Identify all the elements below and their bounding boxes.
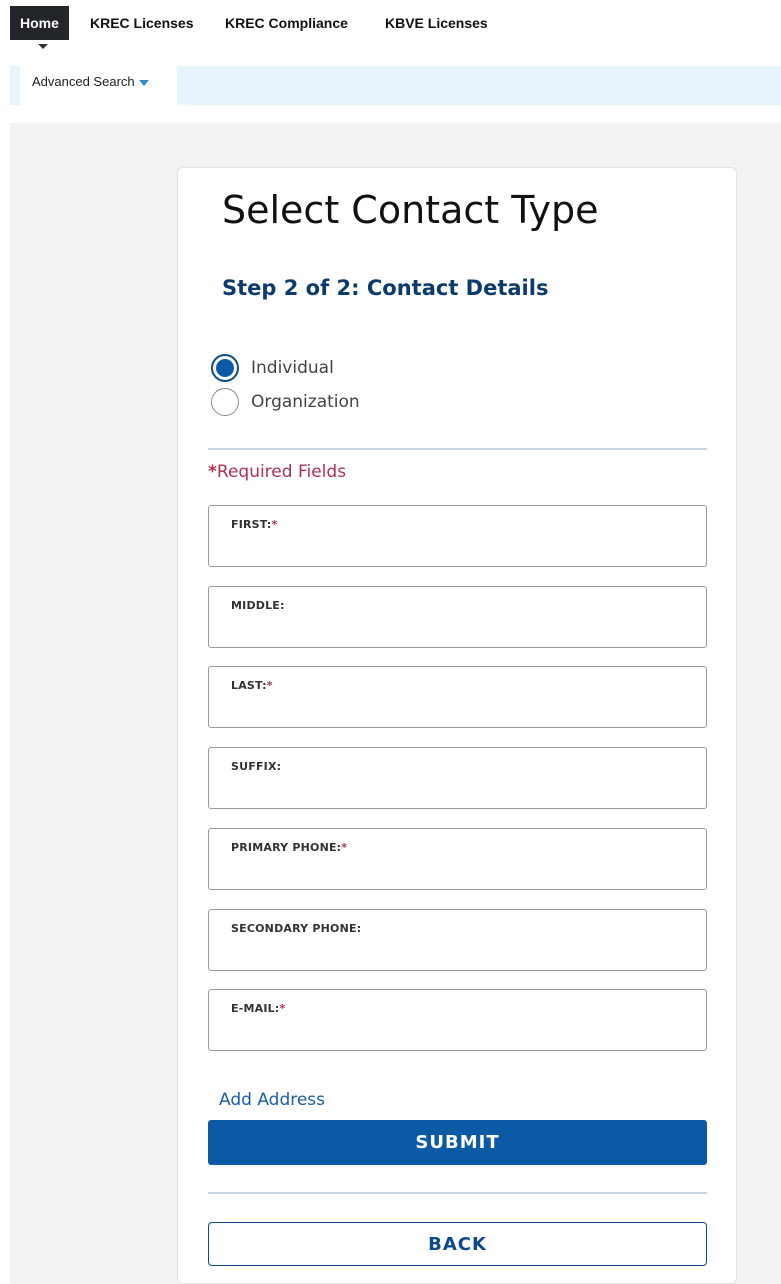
primary-phone-input[interactable] (229, 859, 688, 885)
suffix-input[interactable] (229, 778, 688, 804)
secondary-phone-label: SECONDARY PHONE: (231, 922, 362, 935)
back-button[interactable]: BACK (208, 1222, 707, 1266)
last-name-field[interactable]: LAST:* (208, 666, 707, 728)
page-title: Select Contact Type (222, 188, 599, 232)
radio-individual-label[interactable]: Individual (251, 358, 334, 378)
nav-item-krec-compliance[interactable]: KREC Compliance (225, 6, 348, 40)
top-navigation: Home KREC Licenses KREC Compliance KBVE … (0, 0, 781, 49)
nav-item-krec-licenses[interactable]: KREC Licenses (90, 6, 193, 40)
radio-organization[interactable]: Organization (211, 387, 360, 417)
first-name-field[interactable]: FIRST:* (208, 505, 707, 567)
last-name-input[interactable] (229, 697, 688, 723)
sub-navigation: Advanced Search (10, 66, 781, 105)
secondary-phone-input[interactable] (229, 940, 688, 966)
radio-individual[interactable]: Individual (211, 353, 334, 383)
last-name-label: LAST:* (231, 679, 273, 692)
email-input[interactable] (229, 1020, 688, 1046)
email-label: E-MAIL:* (231, 1002, 286, 1015)
actions-divider (208, 1192, 707, 1194)
section-divider (208, 448, 707, 450)
required-fields-text: Required Fields (216, 462, 347, 482)
primary-phone-label: PRIMARY PHONE:* (231, 841, 348, 854)
first-name-label: FIRST:* (231, 518, 278, 531)
nav-item-home[interactable]: Home (10, 6, 69, 40)
secondary-phone-field[interactable]: SECONDARY PHONE: (208, 909, 707, 971)
chevron-down-icon (138, 79, 149, 86)
middle-name-input[interactable] (229, 617, 688, 643)
step-title: Step 2 of 2: Contact Details (222, 276, 549, 300)
active-caret-icon (38, 44, 48, 49)
radio-organization-button[interactable] (211, 388, 239, 416)
email-field[interactable]: E-MAIL:* (208, 989, 707, 1051)
radio-individual-button[interactable] (211, 354, 239, 382)
middle-name-label: MIDDLE: (231, 599, 285, 612)
submit-button[interactable]: SUBMIT (208, 1120, 707, 1165)
advanced-search-menu[interactable]: Advanced Search (20, 66, 177, 105)
suffix-field[interactable]: SUFFIX: (208, 747, 707, 809)
suffix-label: SUFFIX: (231, 760, 282, 773)
first-name-input[interactable] (229, 536, 688, 562)
primary-phone-field[interactable]: PRIMARY PHONE:* (208, 828, 707, 890)
middle-name-field[interactable]: MIDDLE: (208, 586, 707, 648)
add-address-link[interactable]: Add Address (219, 1090, 325, 1110)
required-fields-note: *Required Fields (208, 462, 346, 482)
advanced-search-label: Advanced Search (32, 74, 135, 89)
required-asterisk-icon: * (208, 462, 217, 482)
nav-item-kbve-licenses[interactable]: KBVE Licenses (385, 6, 488, 40)
radio-organization-label[interactable]: Organization (251, 392, 360, 412)
